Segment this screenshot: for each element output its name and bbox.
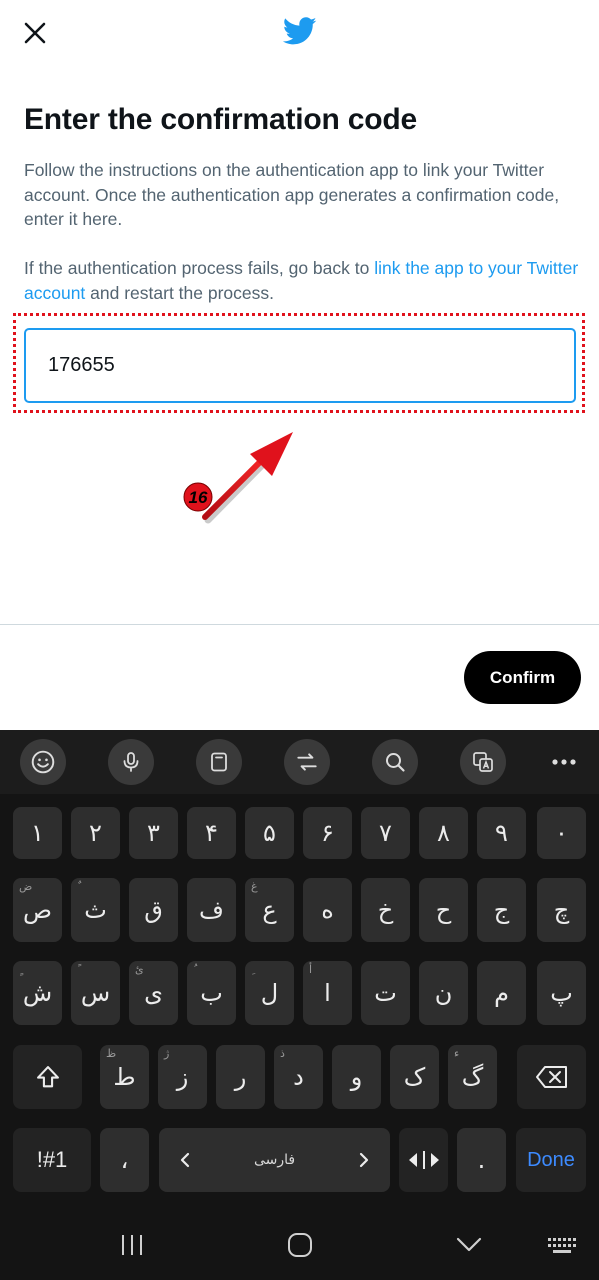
more-icon [552,759,576,765]
page-title: Enter the confirmation code [24,103,417,136]
key-letter[interactable]: ٍش [13,961,62,1025]
home-icon [288,1233,312,1257]
key-letter[interactable]: ٌث [71,878,120,942]
key-letter[interactable]: ظط [100,1045,149,1109]
annotation-step-number: 16 [189,488,208,507]
space-key[interactable]: فارسی [159,1128,390,1192]
key-letter[interactable]: ذد [274,1045,323,1109]
close-icon [24,22,46,44]
key-letter[interactable]: ضص [13,878,62,942]
key-digit[interactable]: ۵ [245,807,294,859]
backspace-key[interactable] [517,1045,586,1109]
key-letter[interactable]: ق [129,878,178,942]
clipboard-icon [211,752,227,772]
recent-apps-button[interactable] [112,1230,152,1260]
chevron-right-icon [359,1152,369,1168]
key-letter[interactable]: ئی [129,961,178,1025]
chevron-down-icon [456,1237,482,1252]
translate-button[interactable] [284,739,330,785]
chevron-left-icon [180,1152,190,1168]
key-digit[interactable]: ٣ [129,807,178,859]
fallback-text: If the authentication process fails, go … [24,256,579,305]
annotation-arrow: 16 [183,432,293,524]
key-letter[interactable]: ف [187,878,236,942]
key-letter[interactable]: و [332,1045,381,1109]
key-digit[interactable]: ۶ [303,807,352,859]
shift-key[interactable] [13,1045,82,1109]
key-digit[interactable]: ٠ [537,807,586,859]
recent-apps-icon [122,1235,142,1255]
key-letter[interactable]: خ [361,878,410,942]
fallback-text-after: and restart the process. [85,282,275,303]
comma-key[interactable]: ، [100,1128,149,1192]
fallback-text-before: If the authentication process fails, go … [24,258,375,278]
key-digit[interactable]: ٢ [71,807,120,859]
keyboard: ١ ٢ ٣ ۴ ۵ ۶ ٧ ٨ ٩ ٠ ضص ٌث ق ف غع ه خ ح ج… [0,730,599,1280]
search-button[interactable] [372,739,418,785]
confirm-button[interactable]: Confirm [464,651,581,704]
voice-input-button[interactable] [108,739,154,785]
key-letter[interactable]: ًس [71,961,120,1025]
emoji-button[interactable] [20,739,66,785]
key-digit[interactable]: ٨ [419,807,468,859]
key-letter[interactable]: ت [361,961,410,1025]
key-letter[interactable]: ن [419,961,468,1025]
key-letter[interactable]: ُب [187,961,236,1025]
emoji-icon [31,750,55,774]
translate-icon [297,753,317,771]
keyboard-switch-button[interactable] [542,1234,582,1258]
key-letter[interactable]: غع [245,878,294,942]
key-letter[interactable]: ژز [158,1045,207,1109]
home-button[interactable] [280,1230,320,1260]
key-letter[interactable]: ءگ [448,1045,497,1109]
image-translate-icon [473,752,493,772]
space-key-label: فارسی [253,1152,296,1168]
done-key[interactable]: Done [516,1128,586,1192]
key-letter[interactable]: ر [216,1045,265,1109]
microphone-icon [123,752,139,772]
key-letter[interactable]: ِل [245,961,294,1025]
confirmation-code-input[interactable] [24,328,576,403]
clipboard-button[interactable] [196,739,242,785]
key-digit[interactable]: ٧ [361,807,410,859]
key-digit[interactable]: ٩ [477,807,526,859]
backspace-icon [535,1066,567,1088]
key-letter[interactable]: م [477,961,526,1025]
cursor-control-key[interactable] [399,1128,448,1192]
key-letter[interactable]: چ [537,878,586,942]
more-options-button[interactable] [541,739,587,785]
close-button[interactable] [18,16,52,50]
twitter-bird-icon [282,17,317,45]
keyboard-icon [548,1238,576,1253]
key-letter[interactable]: ه [303,878,352,942]
system-navigation-bar [0,1210,599,1280]
key-letter[interactable]: ح [419,878,468,942]
cursor-move-icon [408,1151,439,1169]
key-letter[interactable]: پ [537,961,586,1025]
hide-keyboard-button[interactable] [449,1230,489,1260]
keyboard-toolbar [0,730,599,794]
key-digit[interactable]: ١ [13,807,62,859]
footer-divider [0,624,599,625]
key-letter[interactable]: ج [477,878,526,942]
search-icon [386,753,405,772]
key-letter[interactable]: أا [303,961,352,1025]
key-digit[interactable]: ۴ [187,807,236,859]
shift-icon [36,1066,59,1088]
symbols-key[interactable]: !#1 [13,1128,91,1192]
instructions-text: Follow the instructions on the authentic… [24,160,560,229]
key-letter[interactable]: ک [390,1045,439,1109]
image-translate-button[interactable] [460,739,506,785]
period-key[interactable]: . [457,1128,506,1192]
